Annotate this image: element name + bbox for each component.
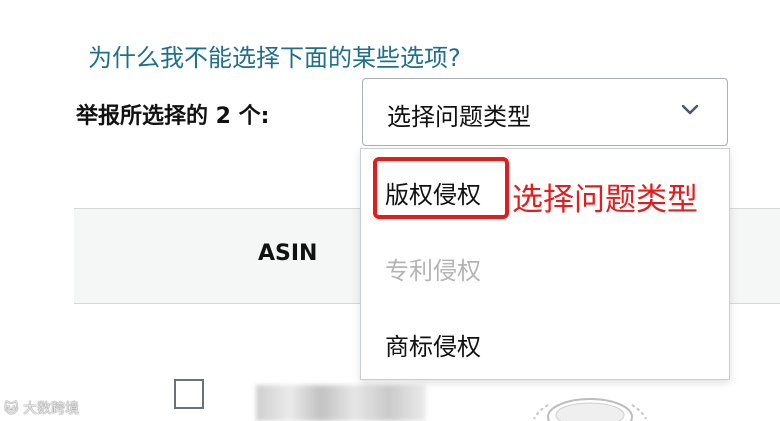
- annotation-text: 选择问题类型: [512, 182, 698, 218]
- product-image: [533, 398, 647, 421]
- watermark-logo: 🐱 大数跨境: [4, 401, 80, 417]
- annotation-highlight-box: [373, 157, 509, 219]
- option-patent-infringement: 专利侵权: [385, 257, 481, 285]
- why-cant-select-link[interactable]: 为什么我不能选择下面的某些选项?: [88, 38, 461, 73]
- chevron-down-icon: [681, 104, 699, 115]
- issue-type-select-value: 选择问题类型: [387, 103, 531, 131]
- report-selected-label: 举报所选择的 2 个:: [76, 104, 270, 129]
- issue-type-select[interactable]: 选择问题类型: [362, 78, 728, 146]
- option-trademark-infringement[interactable]: 商标侵权: [385, 327, 481, 362]
- asin-column-header: ASIN: [258, 241, 318, 266]
- row-checkbox[interactable]: [174, 379, 204, 409]
- blurred-asin-value: [256, 385, 426, 421]
